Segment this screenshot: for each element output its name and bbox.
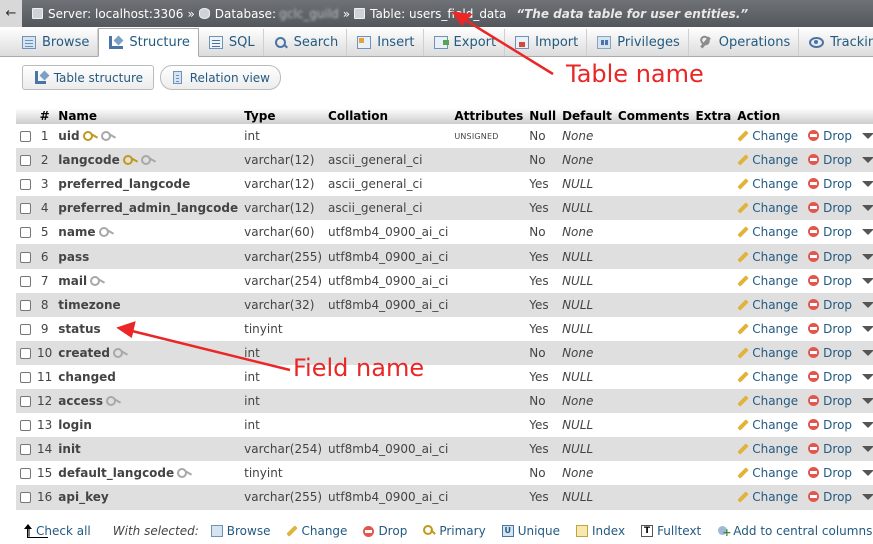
field-name-annotation: Field name <box>293 354 425 382</box>
table-name-arrow <box>461 16 554 76</box>
annotation-arrows <box>116 11 554 372</box>
field-name-arrow <box>127 328 291 372</box>
table-name-annotation: Table name <box>566 60 704 88</box>
field-name-arrowhead <box>116 321 136 339</box>
